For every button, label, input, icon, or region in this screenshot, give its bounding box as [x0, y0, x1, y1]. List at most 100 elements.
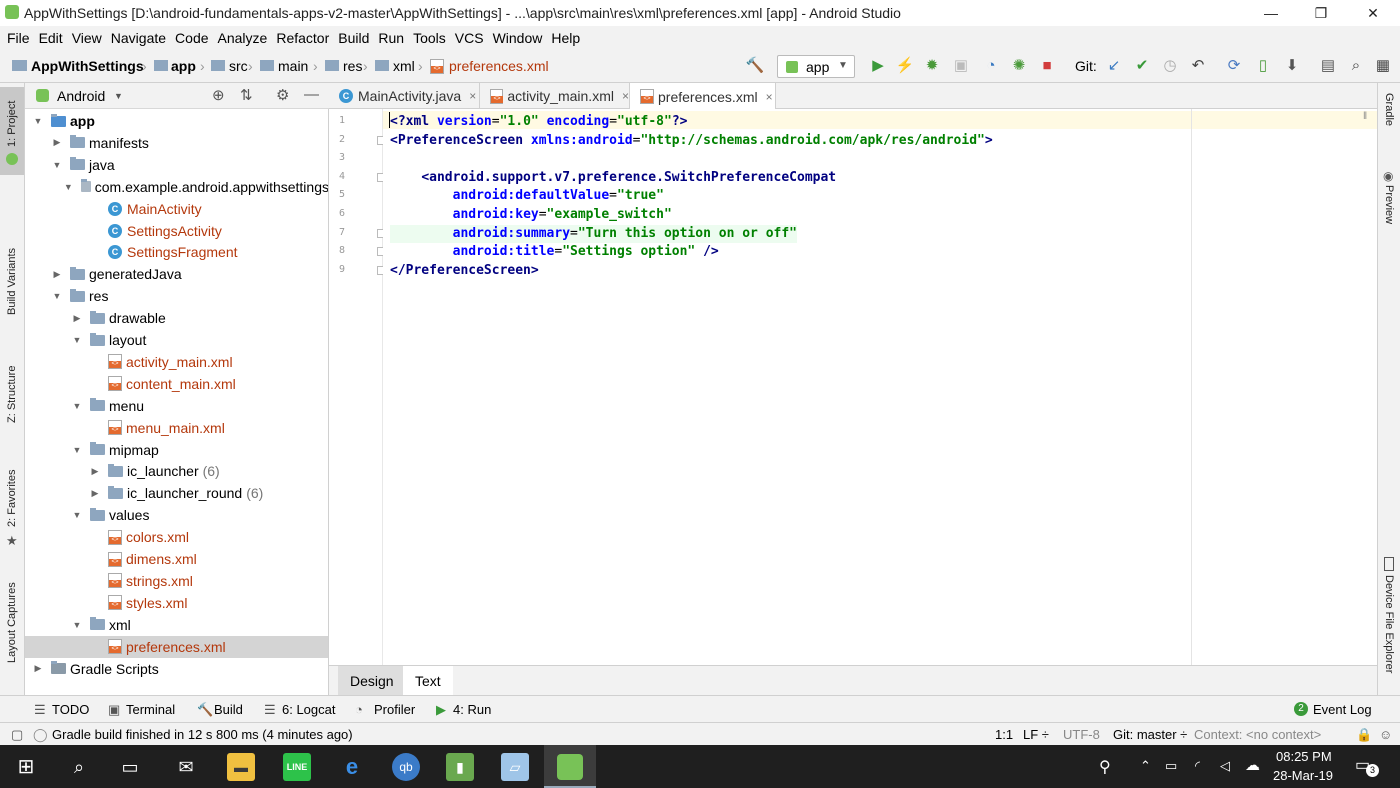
expanded-arrow-icon[interactable]: ▼ — [72, 620, 82, 630]
expanded-arrow-icon[interactable]: ▼ — [72, 510, 82, 520]
lock-icon[interactable]: 🔒 — [1356, 727, 1372, 743]
menu-code[interactable]: Code — [175, 30, 208, 46]
close-window-button[interactable]: ✕ — [1350, 0, 1396, 26]
breadcrumb-res[interactable]: res — [343, 58, 362, 74]
file-encoding[interactable]: UTF-8 — [1063, 727, 1100, 742]
run-icon[interactable]: ▶ — [868, 56, 888, 76]
git-branch[interactable]: Git: master ÷ — [1113, 727, 1187, 742]
collapsed-arrow-icon[interactable]: ▶ — [90, 488, 100, 499]
task-view-icon[interactable]: ▭ — [116, 753, 144, 781]
tree-item[interactable]: ▼ xml — [25, 614, 328, 636]
tab-project[interactable]: 1: Project — [6, 101, 18, 147]
history-icon[interactable]: ◷ — [1160, 56, 1180, 76]
code-line[interactable]: <android.support.v7.preference.SwitchPre… — [390, 169, 836, 187]
battery-icon[interactable]: ▭ — [1165, 758, 1177, 774]
tab-gradle[interactable]: Gradle — [1383, 93, 1395, 126]
tab-structure[interactable]: Z: Structure — [6, 366, 18, 423]
tree-item[interactable]: dimens.xml — [25, 548, 328, 570]
people-icon[interactable]: ⚲ — [1099, 757, 1111, 777]
tree-item[interactable]: C SettingsFragment — [25, 241, 328, 263]
tree-item[interactable]: ▼ res — [25, 285, 328, 307]
mail-icon[interactable]: ✉ — [172, 753, 200, 781]
project-structure-icon[interactable]: ▤ — [1318, 56, 1338, 76]
run-config-select[interactable]: app ▼ — [777, 55, 855, 78]
tree-item[interactable]: ▶ manifests — [25, 132, 328, 154]
windows-start-icon[interactable]: ⊞ — [12, 753, 40, 781]
sync-gradle-icon[interactable]: ⟳ — [1224, 56, 1244, 76]
editor-tab[interactable]: activity_main.xml × — [480, 83, 630, 109]
tool-run[interactable]: 4: Run — [453, 702, 491, 717]
app-icon[interactable]: ▮ — [446, 753, 474, 781]
tree-item[interactable]: C SettingsActivity — [25, 220, 328, 242]
context-indicator[interactable]: Context: <no context> — [1194, 727, 1321, 742]
chevron-up-icon[interactable]: ⌃ — [1140, 758, 1151, 774]
tree-item[interactable]: ▼ com.example.android.appwithsettings — [25, 176, 328, 198]
hide-panel-icon[interactable]: — — [304, 86, 319, 103]
expanded-arrow-icon[interactable]: ▼ — [72, 335, 82, 345]
code-line[interactable]: android:key="example_switch" — [390, 206, 672, 224]
menu-view[interactable]: View — [72, 30, 102, 46]
tool-build[interactable]: Build — [214, 702, 243, 717]
menu-vcs[interactable]: VCS — [455, 30, 484, 46]
expanded-arrow-icon[interactable]: ▼ — [72, 401, 82, 411]
file-explorer-icon[interactable]: ▬ — [227, 753, 255, 781]
qbittorrent-icon[interactable]: qb — [392, 753, 420, 781]
clock-date[interactable]: 28-Mar-19 — [1273, 768, 1333, 783]
tab-preview[interactable]: Preview — [1383, 185, 1395, 224]
git-commit-icon[interactable]: ✔ — [1132, 56, 1152, 76]
debug-process-icon[interactable]: ✺ — [1009, 56, 1029, 76]
code-line[interactable]: android:defaultValue="true" — [390, 187, 664, 205]
collapsed-arrow-icon[interactable]: ▶ — [33, 663, 43, 674]
locate-icon[interactable]: ⊕ — [212, 86, 225, 104]
onedrive-icon[interactable]: ☁ — [1245, 756, 1260, 774]
menu-window[interactable]: Window — [493, 30, 543, 46]
tab-device-file-explorer[interactable]: Device File Explorer — [1383, 575, 1395, 673]
editor-tab[interactable]: preferences.xml × — [630, 83, 776, 110]
tree-item[interactable]: preferences.xml — [25, 635, 328, 658]
tree-item[interactable]: colors.xml — [25, 526, 328, 548]
profile-icon[interactable]: ◔ — [981, 56, 1001, 76]
tree-item[interactable]: ▶ drawable — [25, 307, 328, 329]
chevron-down-icon[interactable]: ▼ — [114, 91, 123, 101]
tree-item[interactable]: activity_main.xml — [25, 351, 328, 373]
menu-file[interactable]: File — [7, 30, 30, 46]
edge-browser-icon[interactable]: e — [338, 753, 366, 781]
tab-favorites[interactable]: 2: Favorites — [6, 470, 18, 527]
tool-logcat[interactable]: 6: Logcat — [282, 702, 336, 717]
tree-item[interactable]: ▶ Gradle Scripts — [25, 658, 328, 680]
menu-edit[interactable]: Edit — [39, 30, 63, 46]
code-line[interactable]: <PreferenceScreen xmlns:android="http://… — [390, 132, 993, 150]
close-tab-icon[interactable]: × — [622, 89, 629, 103]
code-line[interactable]: </PreferenceScreen> — [390, 262, 539, 280]
tab-layout-captures[interactable]: Layout Captures — [6, 582, 18, 663]
revert-icon[interactable]: ↶ — [1188, 56, 1208, 76]
tool-profiler[interactable]: Profiler — [374, 702, 415, 717]
breadcrumb-app[interactable]: app — [171, 58, 196, 74]
git-update-icon[interactable]: ↙ — [1104, 56, 1124, 76]
tree-item[interactable]: ▶ ic_launcher (6) — [25, 460, 328, 482]
tree-item[interactable]: ▶ generatedJava — [25, 263, 328, 285]
code-line[interactable]: android:summary="Turn this option on or … — [390, 224, 798, 243]
collapse-all-icon[interactable]: ⇅ — [240, 86, 253, 104]
tool-todo[interactable]: TODO — [52, 702, 89, 717]
volume-icon[interactable]: ◁ — [1220, 758, 1230, 774]
tab-design[interactable]: Design — [338, 666, 406, 696]
tool-event-log[interactable]: Event Log — [1313, 702, 1372, 717]
user-icon[interactable]: ☺ — [1379, 727, 1392, 742]
expanded-arrow-icon[interactable]: ▼ — [72, 445, 82, 455]
tree-item[interactable]: ▼ app — [25, 110, 328, 132]
breadcrumb-main[interactable]: main — [278, 58, 308, 74]
breadcrumb-src[interactable]: src — [229, 58, 248, 74]
menu-build[interactable]: Build — [338, 30, 369, 46]
project-view-select[interactable]: Android — [57, 88, 105, 104]
tree-item[interactable]: strings.xml — [25, 570, 328, 592]
debug-icon[interactable]: ✹ — [922, 56, 942, 76]
wifi-icon[interactable]: ◜ — [1195, 758, 1200, 774]
sdk-manager-icon[interactable]: ⬇ — [1282, 56, 1302, 76]
apply-changes-icon[interactable]: ⚡ — [895, 56, 915, 76]
tree-item[interactable]: ▼ menu — [25, 395, 328, 417]
notes-app-icon[interactable]: ▱ — [501, 753, 529, 781]
close-tab-icon[interactable]: × — [766, 90, 773, 104]
menu-tools[interactable]: Tools — [413, 30, 446, 46]
menu-navigate[interactable]: Navigate — [111, 30, 166, 46]
